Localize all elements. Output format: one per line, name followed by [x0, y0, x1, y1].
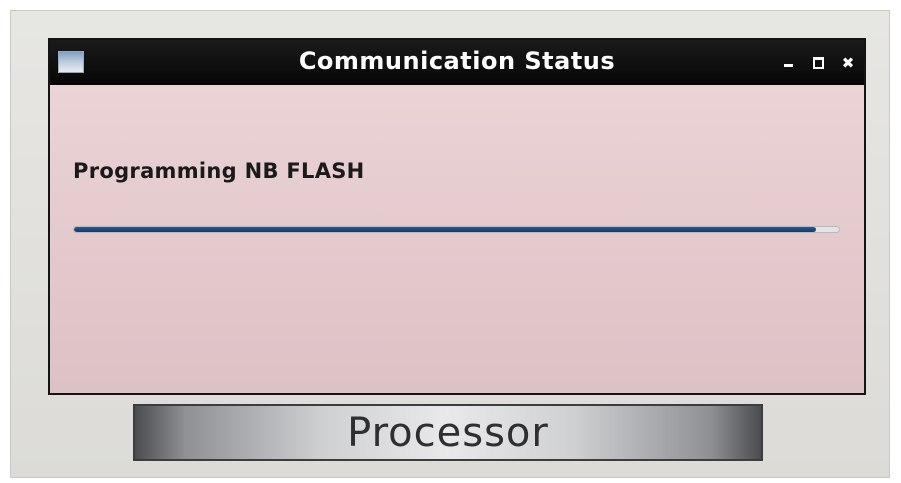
processor-button-label: Processor: [347, 409, 549, 456]
close-icon: ✖: [841, 53, 855, 72]
progress-bar-fill: [74, 227, 817, 232]
minimize-button[interactable]: [780, 55, 796, 71]
processor-button[interactable]: Processor: [133, 404, 763, 461]
dialog-content: Programming NB FLASH: [50, 85, 864, 393]
maximize-icon: [812, 56, 824, 69]
maximize-button[interactable]: [810, 55, 826, 71]
status-message: Programming NB FLASH: [73, 159, 365, 183]
progress-bar: [73, 226, 840, 233]
window-controls: ✖: [780, 40, 856, 85]
dialog-title: Communication Status: [298, 47, 616, 75]
communication-status-dialog: Communication Status ✖ Programming NB FL…: [48, 38, 866, 395]
minimize-icon: [783, 64, 793, 67]
dialog-titlebar[interactable]: Communication Status ✖: [50, 40, 864, 85]
close-button[interactable]: ✖: [840, 55, 856, 71]
